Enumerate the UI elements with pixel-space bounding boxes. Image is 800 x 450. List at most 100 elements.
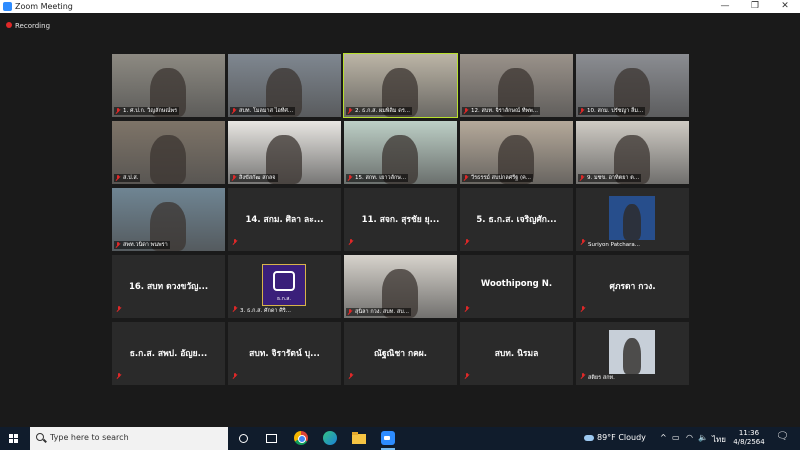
cortana-icon[interactable] [236,431,250,445]
participant-name: ส.ป.ส. [114,174,141,182]
muted-mic-icon [348,309,352,315]
recording-indicator[interactable]: Recording [6,20,50,32]
close-button[interactable]: ✕ [770,0,800,13]
cloud-icon [584,434,594,441]
network-icon[interactable]: ▭ [672,433,680,442]
participant-tile[interactable]: 12. สบท. จิราลักษณ์ ทีพพ... [460,54,573,117]
muted-mic-icon [233,373,237,379]
muted-mic-icon [348,175,352,181]
taskbar-search-box[interactable]: Type here to search [30,427,228,450]
participant-tile[interactable]: 16. สบท ดวงขวัญ... [112,255,225,318]
participant-name: 2. ธ.ก.ส. ผมพิลิม ดร... [346,107,413,115]
participant-name: ธ.ก.ส. สพป. อัญย... [129,349,208,359]
participant-tile[interactable]: 15. สกท. เยาวลักษ... [344,121,457,184]
muted-mic-icon [349,373,353,379]
muted-mic-icon [233,306,237,312]
muted-mic-icon [232,108,236,114]
maximize-button[interactable]: ❐ [740,0,770,13]
participant-name: สบท. นิรมล [494,349,539,359]
participant-name: 14. สกม. ศิลา ละ... [245,215,324,225]
participant-tile[interactable]: 10. สกม. ปรัชญา ลิ้ม... [576,54,689,117]
notifications-icon[interactable]: 🗨 [776,431,789,442]
avatar-silhouette [623,204,641,240]
muted-mic-icon [117,373,121,379]
clock[interactable]: 11:36 4/8/2564 [732,429,766,447]
start-button[interactable] [0,427,28,450]
participant-tile[interactable]: 5. ธ.ก.ส. เจริญศัก... [460,188,573,251]
participant-tile[interactable]: ธ.ก.ส. สพป. อัญย... [112,322,225,385]
participant-name: ณัฐณิชา กคผ. [373,349,427,359]
wifi-icon[interactable]: ◠ [686,433,693,442]
record-dot-icon [6,22,12,28]
recording-label: Recording [15,22,51,30]
participant-tile[interactable]: สิงขัสกัฒ สกลจ [228,121,341,184]
participant-name: 1. ศ.ป.ก. วิญลักษณ์พร [114,107,180,115]
participant-silhouette [150,135,186,184]
muted-mic-icon [465,239,469,245]
zoom-taskbar-icon[interactable] [381,431,395,445]
participant-tile[interactable]: Woothipong N. [460,255,573,318]
participant-tile[interactable]: ส.ป.ส. [112,121,225,184]
muted-mic-icon [232,175,236,181]
chevron-up-icon[interactable]: ^ [660,433,667,442]
participant-name: 10. สกม. ปรัชญา ลิ้ม... [578,107,646,115]
weather-text: 89°F Cloudy [597,433,646,442]
muted-mic-icon [349,239,353,245]
participant-tile[interactable]: สบท. จิรารัตน์ บุ... [228,322,341,385]
participant-name: 12. สบท. จิราลักษณ์ ทีพพ... [462,107,541,115]
participant-name: วีรธรรม์ สบปกลศรีฐ (ค... [462,174,534,182]
participant-name: ศุภรดา กวง. [609,282,656,292]
participant-tile[interactable]: 2. ธ.ก.ส. ผมพิลิม ดร... [343,53,458,118]
participant-tile[interactable]: 14. สกม. ศิลา ละ... [228,188,341,251]
participant-tile[interactable]: ธ.ก.ส. 3. ธ.ก.ส. ศักดา ศิริ... [228,255,341,318]
muted-mic-icon [348,108,352,114]
participant-tile[interactable]: ณัฐณิชา กคผ. [344,322,457,385]
participant-name: 5. ธ.ก.ส. เจริญศัก... [476,215,557,225]
search-icon [36,433,44,441]
muted-mic-icon [464,175,468,181]
participant-name: Woothipong N. [480,279,553,289]
participant-tile[interactable]: 11. สจก. สุรชัย ยุ... [344,188,457,251]
volume-icon[interactable]: 🔈 [698,433,708,442]
participant-tile[interactable]: สพท.วนิดา พนพรา [112,188,225,251]
participant-tile[interactable]: สติยร สกท. [576,322,689,385]
participant-name: 16. สบท ดวงขวัญ... [128,282,209,292]
participant-tile[interactable]: สุนิลา กวง. สบท. สบ... [344,255,457,318]
edge-icon[interactable] [323,431,337,445]
muted-mic-icon [581,373,585,379]
muted-mic-icon [464,108,468,114]
participant-tile[interactable]: 1. ศ.ป.ก. วิญลักษณ์พร [112,54,225,117]
language-indicator[interactable]: ไทย [712,433,726,446]
title-bar: Zoom Meeting — ❐ ✕ [0,0,800,13]
muted-mic-icon [465,306,469,312]
muted-mic-icon [233,239,237,245]
weather-widget[interactable]: 89°F Cloudy [584,433,646,442]
file-explorer-icon[interactable] [352,431,366,445]
participant-name: 9. มชข. อาทิตยา ต... [578,174,642,182]
participant-tile[interactable]: สบท. นิรมล [460,322,573,385]
participant-tile[interactable]: ศุภรดา กวง. [576,255,689,318]
participant-tile[interactable]: Suriyon Patchara... [576,188,689,251]
participant-name: สพท.วนิดา พนพรา [114,241,170,249]
participant-tile[interactable]: 9. มชข. อาทิตยา ต... [576,121,689,184]
search-placeholder: Type here to search [50,433,129,442]
window-title: Zoom Meeting [15,2,73,11]
chrome-icon[interactable] [294,431,308,445]
muted-mic-icon [117,306,121,312]
minimize-button[interactable]: — [710,0,740,13]
participant-name: 3. ธ.ก.ส. ศักดา ศิริ... [240,308,291,314]
baac-logo-icon: ธ.ก.ส. [262,264,306,306]
muted-mic-icon [581,306,585,312]
logo-text: ธ.ก.ส. [277,296,291,302]
participant-tile[interactable]: วีรธรรม์ สบปกลศรีฐ (ค... [460,121,573,184]
task-view-icon[interactable] [264,431,278,445]
participant-name: สบท. จิรารัตน์ บุ... [249,349,320,359]
participant-avatar [609,196,655,240]
participant-name: 11. สจก. สุรชัย ยุ... [361,215,440,225]
zoom-app-icon [3,2,12,11]
participant-avatar [609,330,655,374]
participant-tile[interactable]: สบท. โมลมาส ไอทีศ... [228,54,341,117]
muted-mic-icon [580,108,584,114]
participant-name: สบท. โมลมาส ไอทีศ... [230,107,296,115]
participant-name: 15. สกท. เยาวลักษ... [346,174,409,182]
